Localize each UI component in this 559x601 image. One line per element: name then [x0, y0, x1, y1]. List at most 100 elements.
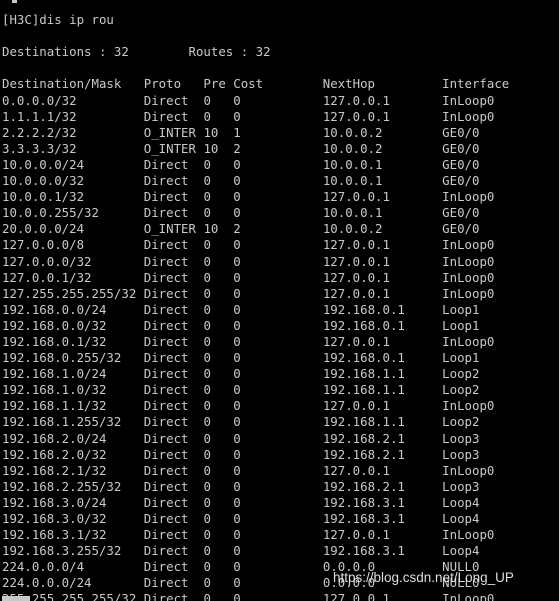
cell-cost: 0: [233, 205, 323, 221]
table-row: 10.0.0.0/24 Direct 0 0 10.0.0.1 GE0/0: [2, 157, 559, 173]
table-row: 192.168.0.255/32 Direct 0 0 192.168.0.1 …: [2, 350, 559, 366]
cell-nexthop: 0.0.0.0: [322, 575, 443, 591]
cell-pre: 10: [203, 221, 234, 237]
cell-proto: Direct: [143, 317, 204, 333]
cell-pre: 0: [203, 382, 234, 398]
table-row: 224.0.0.0/4 Direct 0 0 0.0.0.0 NULL0: [2, 559, 559, 575]
cell-cost: 2: [233, 221, 323, 237]
cell-proto: Direct: [143, 414, 204, 430]
cell-cost: 0: [233, 189, 323, 205]
cell-proto: Direct: [143, 237, 204, 253]
cell-interface: InLoop0: [442, 333, 495, 349]
cell-destination-mask: 192.168.1.0/24: [2, 366, 144, 382]
cell-nexthop: 127.0.0.1: [322, 92, 443, 108]
cell-pre: 10: [203, 124, 234, 140]
cell-interface: InLoop0: [442, 462, 495, 478]
cell-cost: 0: [233, 350, 323, 366]
cell-interface: InLoop0: [442, 237, 495, 253]
cell-cost: 0: [233, 317, 323, 333]
cell-interface: GE0/0: [442, 173, 480, 189]
cell-pre: 10: [203, 140, 234, 156]
table-header-row: Destination/Mask Proto Pre Cost NextHop …: [2, 76, 510, 92]
cell-interface: Loop4: [442, 543, 480, 559]
cell-proto: Direct: [143, 382, 204, 398]
cell-pre: 0: [203, 333, 234, 349]
cell-nexthop: 127.0.0.1: [322, 527, 443, 543]
cell-pre: 0: [203, 559, 234, 575]
cell-interface: Loop1: [442, 301, 480, 317]
cell-destination-mask: 192.168.2.1/32: [2, 462, 144, 478]
cell-nexthop: 192.168.2.1: [322, 478, 443, 494]
cell-destination-mask: 127.0.0.1/32: [2, 269, 144, 285]
cell-interface: Loop4: [442, 494, 480, 510]
cell-destination-mask: 10.0.0.1/32: [2, 189, 144, 205]
cell-nexthop: 127.0.0.1: [322, 285, 443, 301]
cell-proto: Direct: [143, 511, 204, 526]
cell-destination-mask: 192.168.3.0/24: [2, 494, 144, 510]
cell-destination-mask: 192.168.1.255/32: [2, 414, 144, 430]
cell-nexthop: 192.168.0.1: [322, 301, 443, 317]
cell-destination-mask: 10.0.0.0/24: [2, 156, 144, 172]
cell-proto: Direct: [143, 575, 204, 591]
cell-nexthop: 127.0.0.1: [322, 591, 443, 601]
cell-proto: Direct: [143, 398, 204, 414]
cell-destination-mask: 0.0.0.0/32: [2, 92, 144, 108]
cell-proto: Direct: [143, 333, 204, 349]
cell-nexthop: 10.0.0.1: [322, 173, 443, 189]
cell-destination-mask: 127.255.255.255/32: [2, 285, 144, 301]
table-row: 127.0.0.0/8 Direct 0 0 127.0.0.1 InLoop0: [2, 237, 559, 253]
cell-proto: Direct: [143, 301, 204, 317]
cell-pre: 0: [203, 494, 234, 510]
cell-nexthop: 192.168.0.1: [322, 317, 443, 333]
cell-destination-mask: 224.0.0.0/4: [2, 559, 144, 575]
cell-interface: InLoop0: [442, 253, 495, 269]
cell-cost: 0: [233, 253, 323, 269]
cell-pre: 0: [203, 285, 234, 301]
cell-destination-mask: 10.0.0.0/32: [2, 173, 144, 189]
routing-table-body: 0.0.0.0/32 Direct 0 0 127.0.0.1 InLoop0 1…: [2, 93, 559, 601]
cell-destination-mask: 192.168.0.0/32: [2, 317, 144, 333]
table-row: 3.3.3.3/32 O_INTER 10 2 10.0.0.2 GE0/0: [2, 141, 559, 157]
cell-interface: InLoop0: [442, 591, 495, 601]
command-prompt-line[interactable]: [H3C]dis ip rou: [2, 12, 559, 28]
cell-cost: 0: [233, 462, 323, 478]
cell-nexthop: 10.0.0.1: [322, 156, 443, 172]
cell-nexthop: 127.0.0.1: [322, 237, 443, 253]
cell-cost: 0: [233, 527, 323, 543]
cell-nexthop: 192.168.1.1: [322, 414, 443, 430]
terminal-screen[interactable]: [H3C]dis ip rou Destinations : 32 Routes…: [0, 0, 559, 601]
cell-pre: 0: [203, 350, 234, 366]
table-row: 127.0.0.0/32 Direct 0 0 127.0.0.1 InLoop…: [2, 254, 559, 270]
cell-nexthop: 127.0.0.1: [322, 462, 443, 478]
cell-interface: InLoop0: [442, 398, 495, 414]
cell-interface: InLoop0: [442, 189, 495, 205]
cell-cost: 0: [233, 446, 323, 462]
cell-cost: 0: [233, 156, 323, 172]
table-row: 192.168.3.255/32 Direct 0 0 192.168.3.1 …: [2, 543, 559, 559]
cell-pre: 0: [203, 430, 234, 446]
cell-proto: Direct: [143, 430, 204, 446]
cell-proto: Direct: [143, 156, 204, 172]
table-row: 1.1.1.1/32 Direct 0 0 127.0.0.1 InLoop0: [2, 109, 559, 125]
table-row: 10.0.0.1/32 Direct 0 0 127.0.0.1 InLoop0: [2, 189, 559, 205]
cell-cost: 0: [233, 430, 323, 446]
cell-proto: Direct: [143, 205, 204, 221]
cell-nexthop: 10.0.0.2: [322, 221, 443, 237]
cell-pre: 0: [203, 462, 234, 478]
cell-cost: 0: [233, 591, 323, 601]
cell-nexthop: 192.168.3.1: [322, 494, 443, 510]
cell-destination-mask: 192.168.2.0/32: [2, 446, 144, 462]
cell-destination-mask: 192.168.0.1/32: [2, 333, 144, 349]
cell-pre: 0: [203, 189, 234, 205]
cell-nexthop: 127.0.0.1: [322, 189, 443, 205]
cell-pre: 0: [203, 398, 234, 414]
table-row: 192.168.1.255/32 Direct 0 0 192.168.1.1 …: [2, 414, 559, 430]
table-row: 192.168.0.1/32 Direct 0 0 127.0.0.1 InLo…: [2, 334, 559, 350]
table-row: 192.168.0.0/24 Direct 0 0 192.168.0.1 Lo…: [2, 302, 559, 318]
cell-nexthop: 0.0.0.0: [322, 559, 443, 575]
cell-destination-mask: 192.168.1.1/32: [2, 398, 144, 414]
cell-interface: GE0/0: [442, 124, 480, 140]
cell-proto: Direct: [143, 462, 204, 478]
cell-pre: 0: [203, 301, 234, 317]
cell-nexthop: 192.168.1.1: [322, 366, 443, 382]
